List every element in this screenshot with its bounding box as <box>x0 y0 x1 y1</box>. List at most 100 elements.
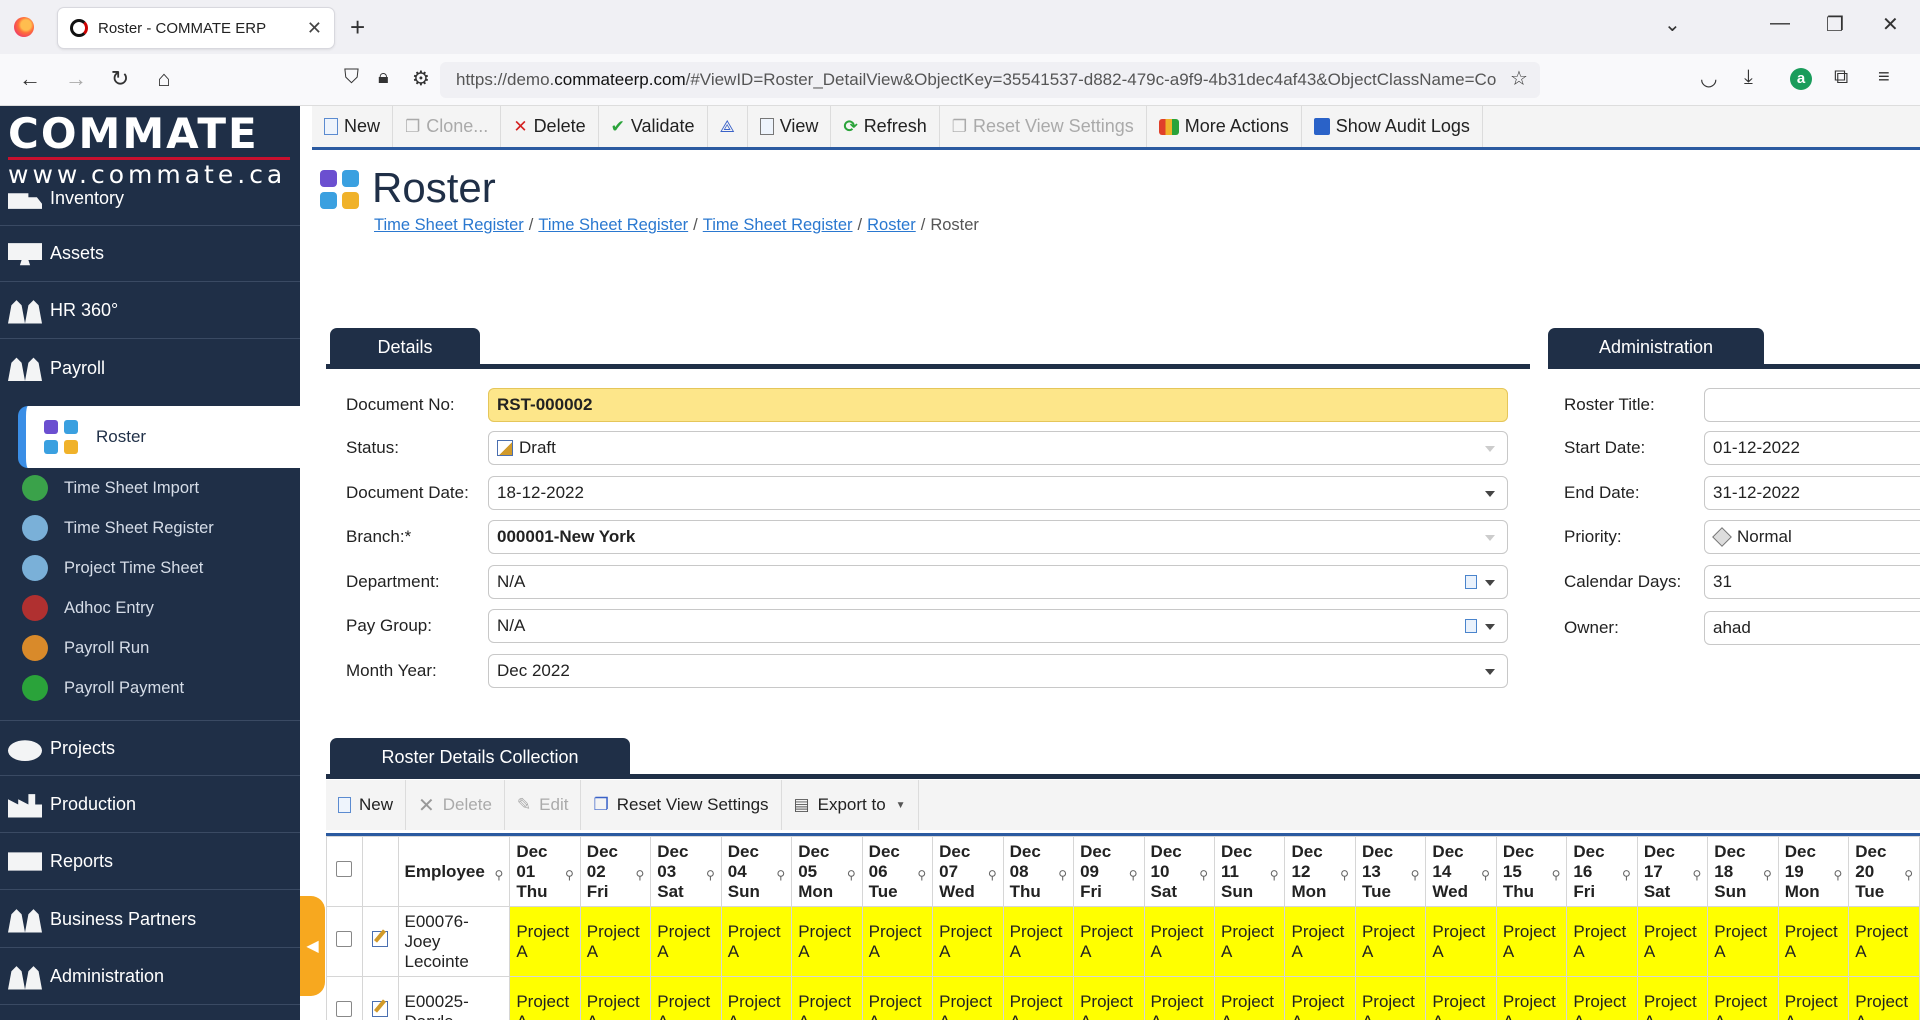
day-assignment-cell[interactable]: Project A <box>1214 906 1286 977</box>
day-assignment-cell[interactable]: Project A <box>1284 976 1356 1020</box>
document-date-field[interactable]: 18-12-2022 <box>488 476 1508 510</box>
extension-a-icon[interactable]: a <box>1790 68 1812 90</box>
breadcrumb-link[interactable]: Time Sheet Register <box>538 216 688 234</box>
day-assignment-cell[interactable]: Project A <box>1284 906 1356 977</box>
row-checkbox[interactable] <box>336 1001 353 1017</box>
sidebar-module-payroll[interactable]: Payroll <box>0 340 300 396</box>
sidebar-module-production[interactable]: Production <box>0 777 300 833</box>
download-icon[interactable]: ⤓ <box>1744 66 1753 89</box>
day-assignment-cell[interactable]: Project A <box>579 906 652 977</box>
filter-icon[interactable]: ⚲ <box>1340 865 1349 885</box>
day-assignment-cell[interactable]: Project A <box>861 976 934 1020</box>
day-column-header[interactable]: Dec 17 Sat ⚲ <box>1636 836 1709 907</box>
validate-button[interactable]: ✔ Validate <box>599 106 708 147</box>
day-assignment-cell[interactable]: Project A <box>1636 906 1709 977</box>
sidebar-module-inventory[interactable]: Inventory <box>0 172 300 226</box>
priority-field[interactable]: Normal <box>1704 520 1920 554</box>
chevron-down-icon[interactable] <box>1485 624 1495 630</box>
view-button[interactable]: View <box>748 106 832 147</box>
department-field[interactable]: N/A <box>488 565 1508 599</box>
clone-button[interactable]: ❐ Clone... <box>393 106 502 147</box>
day-assignment-cell[interactable]: Project A <box>1707 976 1779 1020</box>
day-column-header[interactable]: Dec 04 Sun ⚲ <box>720 836 793 907</box>
grid-delete-button[interactable]: ✕ Delete <box>406 780 505 830</box>
delete-button[interactable]: ✕ Delete <box>501 106 599 147</box>
chevron-down-icon[interactable] <box>1485 669 1495 675</box>
filter-icon[interactable]: ⚲ <box>1763 865 1772 885</box>
reset-view-settings-button[interactable]: ❐ Reset View Settings <box>940 106 1147 147</box>
day-assignment-cell[interactable]: Project A <box>791 976 863 1020</box>
roster-details-collection-tab[interactable]: Roster Details Collection <box>330 738 630 776</box>
close-window-icon[interactable]: ✕ <box>1882 12 1899 37</box>
row-select-cell[interactable] <box>326 976 363 1020</box>
breadcrumb-link[interactable]: Time Sheet Register <box>703 216 853 234</box>
day-column-header[interactable]: Dec 03 Sat ⚲ <box>650 836 722 907</box>
sidebar-module-administration[interactable]: Administration <box>0 949 300 1005</box>
day-assignment-cell[interactable]: Project A <box>1073 906 1145 977</box>
chevron-down-icon[interactable]: ▼ <box>896 800 906 811</box>
sidebar-module-reports[interactable]: Reports <box>0 834 300 890</box>
lookup-icon[interactable] <box>1465 575 1477 589</box>
day-column-header[interactable]: Dec 11 Sun ⚲ <box>1214 836 1286 907</box>
day-assignment-cell[interactable]: Project A <box>1566 976 1638 1020</box>
filter-icon[interactable]: ⚲ <box>1481 865 1490 885</box>
day-column-header[interactable]: Dec 06 Tue ⚲ <box>861 836 934 907</box>
day-assignment-cell[interactable]: Project A <box>1143 906 1216 977</box>
day-assignment-cell[interactable]: Project A <box>579 976 652 1020</box>
day-assignment-cell[interactable]: Project A <box>720 906 793 977</box>
browser-tab[interactable]: Roster - COMMATE ERP ✕ <box>58 8 334 48</box>
day-assignment-cell[interactable]: Project A <box>791 906 863 977</box>
filter-icon[interactable]: ⚲ <box>565 865 574 885</box>
owner-field[interactable]: ahad <box>1704 611 1920 645</box>
day-assignment-cell[interactable]: Project A <box>1495 906 1568 977</box>
day-assignment-cell[interactable]: Project A <box>1636 976 1709 1020</box>
day-column-header[interactable]: Dec 19 Mon ⚲ <box>1777 836 1850 907</box>
filter-icon[interactable]: ⚲ <box>1411 865 1420 885</box>
day-column-header[interactable]: Dec 02 Fri ⚲ <box>579 836 652 907</box>
new-tab-icon[interactable]: + <box>350 12 365 43</box>
day-assignment-cell[interactable]: Project A <box>1777 976 1850 1020</box>
day-assignment-cell[interactable]: Project A <box>932 976 1004 1020</box>
filter-icon[interactable]: ⚲ <box>1058 865 1067 885</box>
table-row[interactable]: E00025-DaryleProject AProject AProject A… <box>326 976 1920 1020</box>
filter-icon[interactable]: ⚲ <box>988 865 997 885</box>
row-checkbox[interactable] <box>336 931 353 947</box>
branch-field[interactable]: 000001-New York <box>488 520 1508 554</box>
administration-tab[interactable]: Administration <box>1548 328 1764 366</box>
day-column-header[interactable]: Dec 10 Sat ⚲ <box>1143 836 1216 907</box>
day-assignment-cell[interactable]: Project A <box>650 906 722 977</box>
filter-icon[interactable]: ⚲ <box>1129 865 1138 885</box>
more-actions-button[interactable]: More Actions <box>1147 106 1302 147</box>
sidebar-item-time-sheet-import[interactable]: Time Sheet Import <box>22 468 300 508</box>
day-assignment-cell[interactable]: Project A <box>861 906 934 977</box>
filter-icon[interactable]: ⚲ <box>847 865 856 885</box>
day-column-header[interactable]: Dec 12 Mon ⚲ <box>1284 836 1356 907</box>
day-column-header[interactable]: Dec 15 Thu ⚲ <box>1495 836 1568 907</box>
day-assignment-cell[interactable]: Project A <box>509 906 581 977</box>
extensions-icon[interactable]: ⧉ <box>1834 66 1848 89</box>
bookmark-star-icon[interactable]: ☆ <box>1510 66 1528 91</box>
day-column-header[interactable]: Dec 16 Fri ⚲ <box>1566 836 1638 907</box>
sidebar-item-payroll-run[interactable]: Payroll Run <box>22 628 300 668</box>
day-column-header[interactable]: Dec 01 Thu ⚲ <box>509 836 581 907</box>
row-edit-cell[interactable] <box>361 976 399 1020</box>
day-column-header[interactable]: Dec 18 Sun ⚲ <box>1707 836 1779 907</box>
breadcrumb-link[interactable]: Time Sheet Register <box>374 216 524 234</box>
day-assignment-cell[interactable]: Project A <box>509 976 581 1020</box>
sidebar-module-hr360[interactable]: HR 360° <box>0 283 300 339</box>
day-column-header[interactable]: Dec 05 Mon ⚲ <box>791 836 863 907</box>
filter-icon[interactable]: ⚲ <box>1693 865 1702 885</box>
employee-cell[interactable]: E00076-Joey Lecointe <box>397 906 511 977</box>
menu-icon[interactable]: ≡ <box>1878 66 1890 89</box>
reload-icon[interactable]: ↻ <box>106 66 134 92</box>
filter-icon[interactable]: ⚲ <box>1552 865 1561 885</box>
filter-icon[interactable]: ⚲ <box>1270 865 1279 885</box>
url-bar[interactable]: https://demo. commateerp.com/#ViewID=Rost… <box>440 62 1540 98</box>
table-row[interactable]: E00076-Joey Lecointe Project A Project A Pr… <box>326 906 1920 977</box>
grid-new-button[interactable]: New <box>326 780 407 830</box>
sidebar-item-project-time-sheet[interactable]: Project Time Sheet <box>22 548 300 588</box>
breadcrumb-link[interactable]: Roster <box>867 216 916 234</box>
day-column-header[interactable]: Dec 13 Tue ⚲ <box>1354 836 1427 907</box>
day-assignment-cell[interactable]: Project A <box>932 906 1004 977</box>
roster-title-field[interactable] <box>1704 388 1920 422</box>
